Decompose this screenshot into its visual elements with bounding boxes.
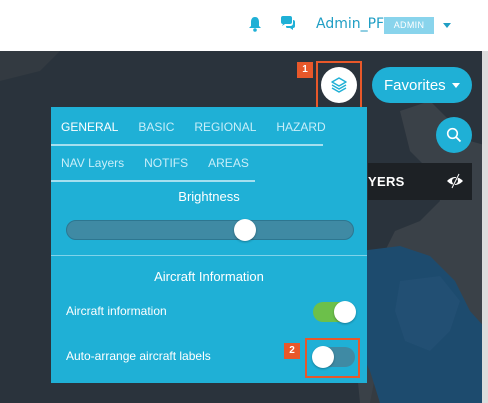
bell-icon[interactable]	[248, 16, 262, 32]
tab-basic[interactable]: BASIC	[128, 111, 184, 144]
eye-slash-icon[interactable]	[446, 173, 464, 189]
brightness-slider-thumb[interactable]	[233, 219, 256, 241]
aircraft-information-toggle[interactable]	[313, 301, 356, 323]
scrollbar[interactable]	[482, 51, 488, 403]
tab-general[interactable]: GENERAL	[51, 111, 128, 144]
caret-down-icon[interactable]	[443, 23, 451, 28]
favorites-button[interactable]: Favorites	[372, 67, 472, 103]
role-badge: ADMIN	[384, 17, 434, 34]
toggle-knob	[334, 301, 356, 323]
tab-hazard[interactable]: HAZARD	[266, 111, 335, 144]
aircraft-section-title: Aircraft Information	[154, 269, 264, 284]
aircraft-information-label: Aircraft information	[66, 304, 167, 318]
tab-row-secondary: NAV Layers NOTIFS AREAS	[51, 147, 259, 180]
top-bar: Admin_PF ADMIN	[0, 0, 488, 51]
tab-underline	[51, 144, 323, 146]
chat-icon[interactable]	[280, 16, 296, 31]
callout-label-2: 2	[284, 343, 300, 359]
tab-underline-secondary	[51, 180, 255, 182]
section-divider	[51, 255, 367, 256]
callout-box-2	[305, 338, 360, 378]
callout-box-1	[316, 61, 362, 109]
brightness-slider-track[interactable]	[66, 220, 354, 240]
search-icon	[446, 127, 462, 143]
callout-label-1: 1	[297, 62, 313, 78]
brightness-title: Brightness	[178, 189, 240, 204]
username-menu[interactable]: Admin_PF	[316, 16, 384, 32]
tab-row-primary: GENERAL BASIC REGIONAL HAZARD	[51, 111, 336, 144]
tab-areas[interactable]: AREAS	[198, 147, 259, 180]
chevron-down-icon	[451, 82, 460, 88]
tab-nav-layers[interactable]: NAV Layers	[51, 147, 134, 180]
auto-arrange-labels-label: Auto-arrange aircraft labels	[66, 349, 211, 363]
layers-header: YERS	[368, 163, 472, 200]
favorites-label: Favorites	[384, 76, 446, 94]
tab-notifs[interactable]: NOTIFS	[134, 147, 198, 180]
tab-regional[interactable]: REGIONAL	[184, 111, 266, 144]
search-button[interactable]	[436, 117, 472, 153]
layers-header-label: YERS	[368, 174, 405, 189]
